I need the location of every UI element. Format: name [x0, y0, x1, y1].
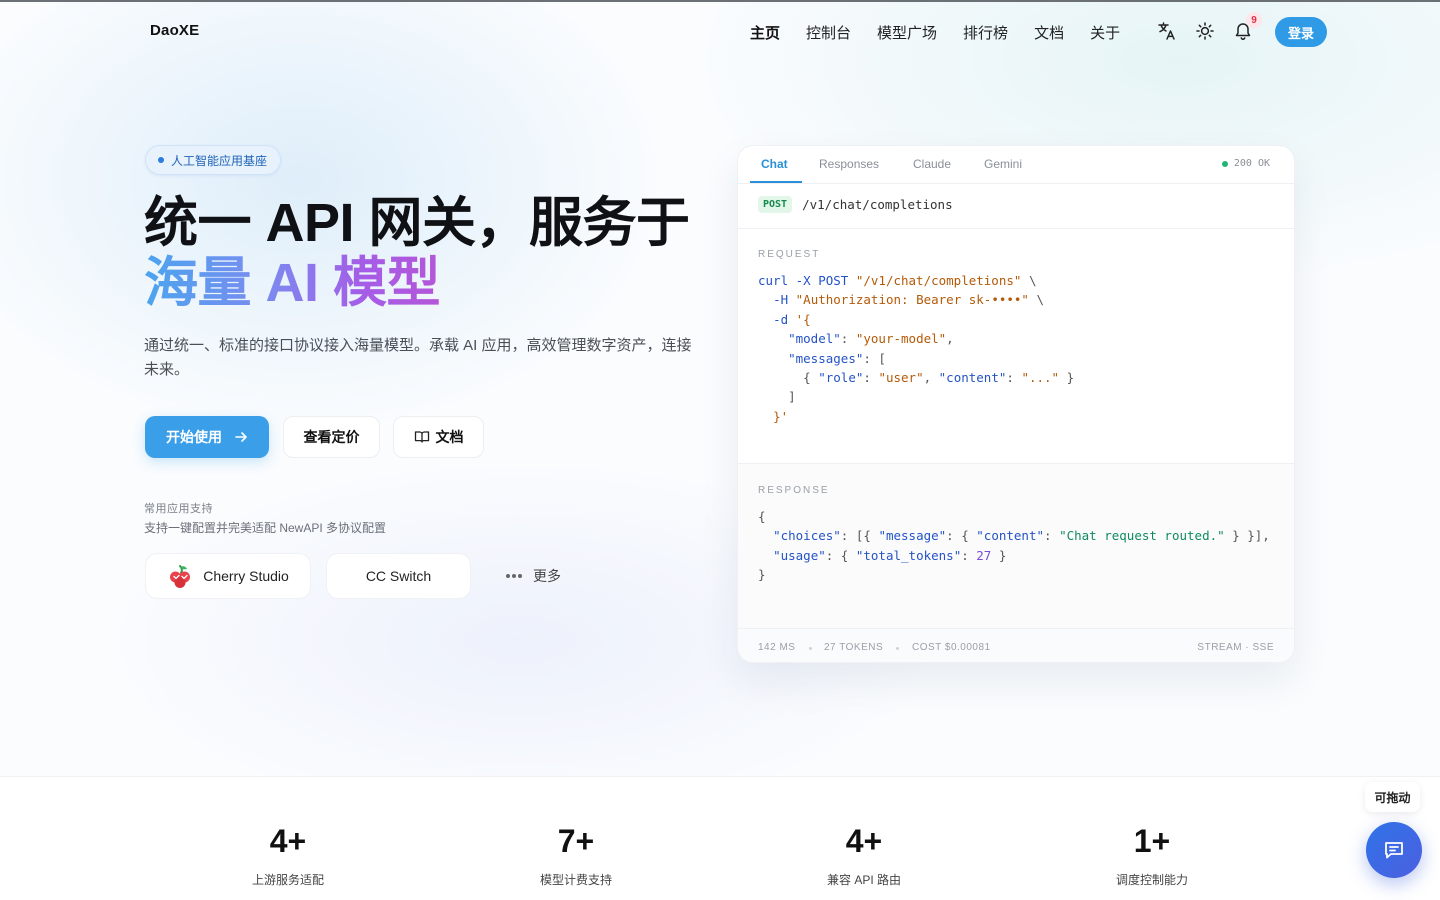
response-label: RESPONSE [758, 485, 830, 496]
hero-badge-label: 人工智能应用基座 [171, 153, 268, 168]
stat-item: 4+ 兼容 API 路由 [764, 777, 964, 888]
stat-value: 7+ [557, 823, 595, 859]
app-chip-cherry-studio[interactable]: Cherry Studio [145, 553, 311, 599]
nav-item-leaderboard[interactable]: 排行榜 [963, 22, 1008, 43]
stat-label: 调度控制能力 [1115, 873, 1188, 887]
divider [738, 228, 1294, 229]
get-started-button[interactable]: 开始使用 [145, 416, 269, 458]
stat-item: 4+ 上游服务适配 [188, 777, 388, 888]
http-method-badge: POST [758, 196, 793, 213]
cost-stat: COST $0.00081 [912, 642, 991, 653]
translate-icon[interactable] [1156, 20, 1178, 42]
tab-chat[interactable]: Chat [761, 157, 788, 171]
app-chip-label: 更多 [533, 568, 561, 584]
apps-section-subtitle: 支持一键配置并完美适配 NewAPI 多协议配置 [144, 521, 387, 535]
nav-item-home[interactable]: 主页 [750, 22, 780, 43]
get-started-label: 开始使用 [166, 429, 222, 445]
request-code-block: curl -X POST "/v1/chat/completions" \ -H… [758, 273, 1075, 424]
tokens-stat: 27 TOKENS [824, 642, 884, 653]
view-pricing-label: 查看定价 [303, 429, 360, 445]
stat-value: 1+ [1133, 823, 1171, 859]
view-pricing-button[interactable]: 查看定价 [283, 416, 380, 458]
stat-value: 4+ [845, 823, 883, 859]
app-chip-more[interactable]: 更多 [487, 553, 579, 599]
docs-button[interactable]: 文档 [393, 416, 484, 458]
badge-dot [158, 157, 164, 163]
brand-logo[interactable]: DaoXE [150, 22, 199, 39]
hero-badge: 人工智能应用基座 [145, 145, 282, 175]
main-nav: 主页 控制台 模型广场 排行榜 文档 关于 [750, 22, 1146, 43]
tab-claude[interactable]: Claude [913, 157, 951, 171]
arrow-right-icon [235, 432, 247, 442]
nav-item-models[interactable]: 模型广场 [877, 22, 937, 43]
stat-value: 4+ [269, 823, 307, 859]
nav-item-docs[interactable]: 文档 [1034, 22, 1064, 43]
cherry-studio-logo-icon [170, 565, 191, 588]
latency-stat: 142 MS [758, 642, 796, 653]
request-label: REQUEST [758, 249, 821, 260]
divider [738, 463, 1294, 464]
apps-section-title: 常用应用支持 [144, 503, 213, 515]
theme-toggle-sun-icon[interactable] [1194, 20, 1216, 42]
endpoint-row: POST /v1/chat/completions [758, 196, 953, 213]
endpoint-path: /v1/chat/completions [802, 197, 953, 212]
hero-title-line2: 海量 AI 模型 [144, 253, 441, 313]
app-chip-label: CC Switch [365, 568, 432, 584]
nav-item-console[interactable]: 控制台 [806, 22, 851, 43]
hero-title-line1: 统一 API 网关，服务于 [144, 193, 690, 253]
book-open-icon [414, 431, 429, 443]
app-chip-cc-switch[interactable]: CC Switch [326, 553, 471, 599]
request-metrics-bar: 142 MS 27 TOKENS COST $0.00081 STREAM · … [738, 628, 1294, 662]
code-tabs: Chat Responses Claude Gemini 200 OK [738, 146, 1294, 184]
notification-bell-icon[interactable]: 9 [1232, 12, 1262, 42]
response-code-block: { "choices": [{ "message": { "content": … [758, 509, 1270, 583]
status-dot [1221, 160, 1228, 167]
docs-button-label: 文档 [435, 429, 464, 445]
more-dots-icon [506, 574, 522, 578]
top-header: DaoXE 主页 控制台 模型广场 排行榜 文档 关于 9 登录 [0, 0, 1440, 64]
response-status: 200 OK [1221, 158, 1270, 169]
app-chip-label: Cherry Studio [203, 568, 289, 584]
hero-subtitle: 通过统一、标准的接口协议接入海量模型。承载 AI 应用，高效管理数字资产，连接未… [144, 337, 692, 378]
stats-section: 4+ 上游服务适配 7+ 模型计费支持 4+ 兼容 API 路由 1+ 调度控制… [0, 776, 1440, 900]
tab-gemini[interactable]: Gemini [984, 157, 1022, 171]
nav-item-about[interactable]: 关于 [1090, 22, 1120, 43]
api-code-card: Chat Responses Claude Gemini 200 OK POST… [737, 145, 1295, 663]
tab-responses[interactable]: Responses [819, 157, 879, 171]
stat-item: 7+ 模型计费支持 [476, 777, 676, 888]
stream-stat: STREAM · SSE [1197, 642, 1274, 653]
status-text: 200 OK [1233, 158, 1270, 169]
separator-dot [896, 647, 899, 650]
stat-item: 1+ 调度控制能力 [1052, 777, 1252, 888]
chat-bubble-icon [1385, 842, 1403, 859]
draggable-tooltip: 可拖动 [1365, 782, 1420, 812]
stat-label: 上游服务适配 [251, 873, 324, 887]
active-tab-indicator [750, 181, 802, 183]
chat-widget-button[interactable] [1366, 822, 1422, 878]
stat-label: 兼容 API 路由 [826, 873, 901, 887]
stat-label: 模型计费支持 [539, 873, 612, 887]
notification-count-badge: 9 [1246, 12, 1262, 28]
login-button[interactable]: 登录 [1275, 17, 1327, 47]
separator-dot [809, 647, 812, 650]
